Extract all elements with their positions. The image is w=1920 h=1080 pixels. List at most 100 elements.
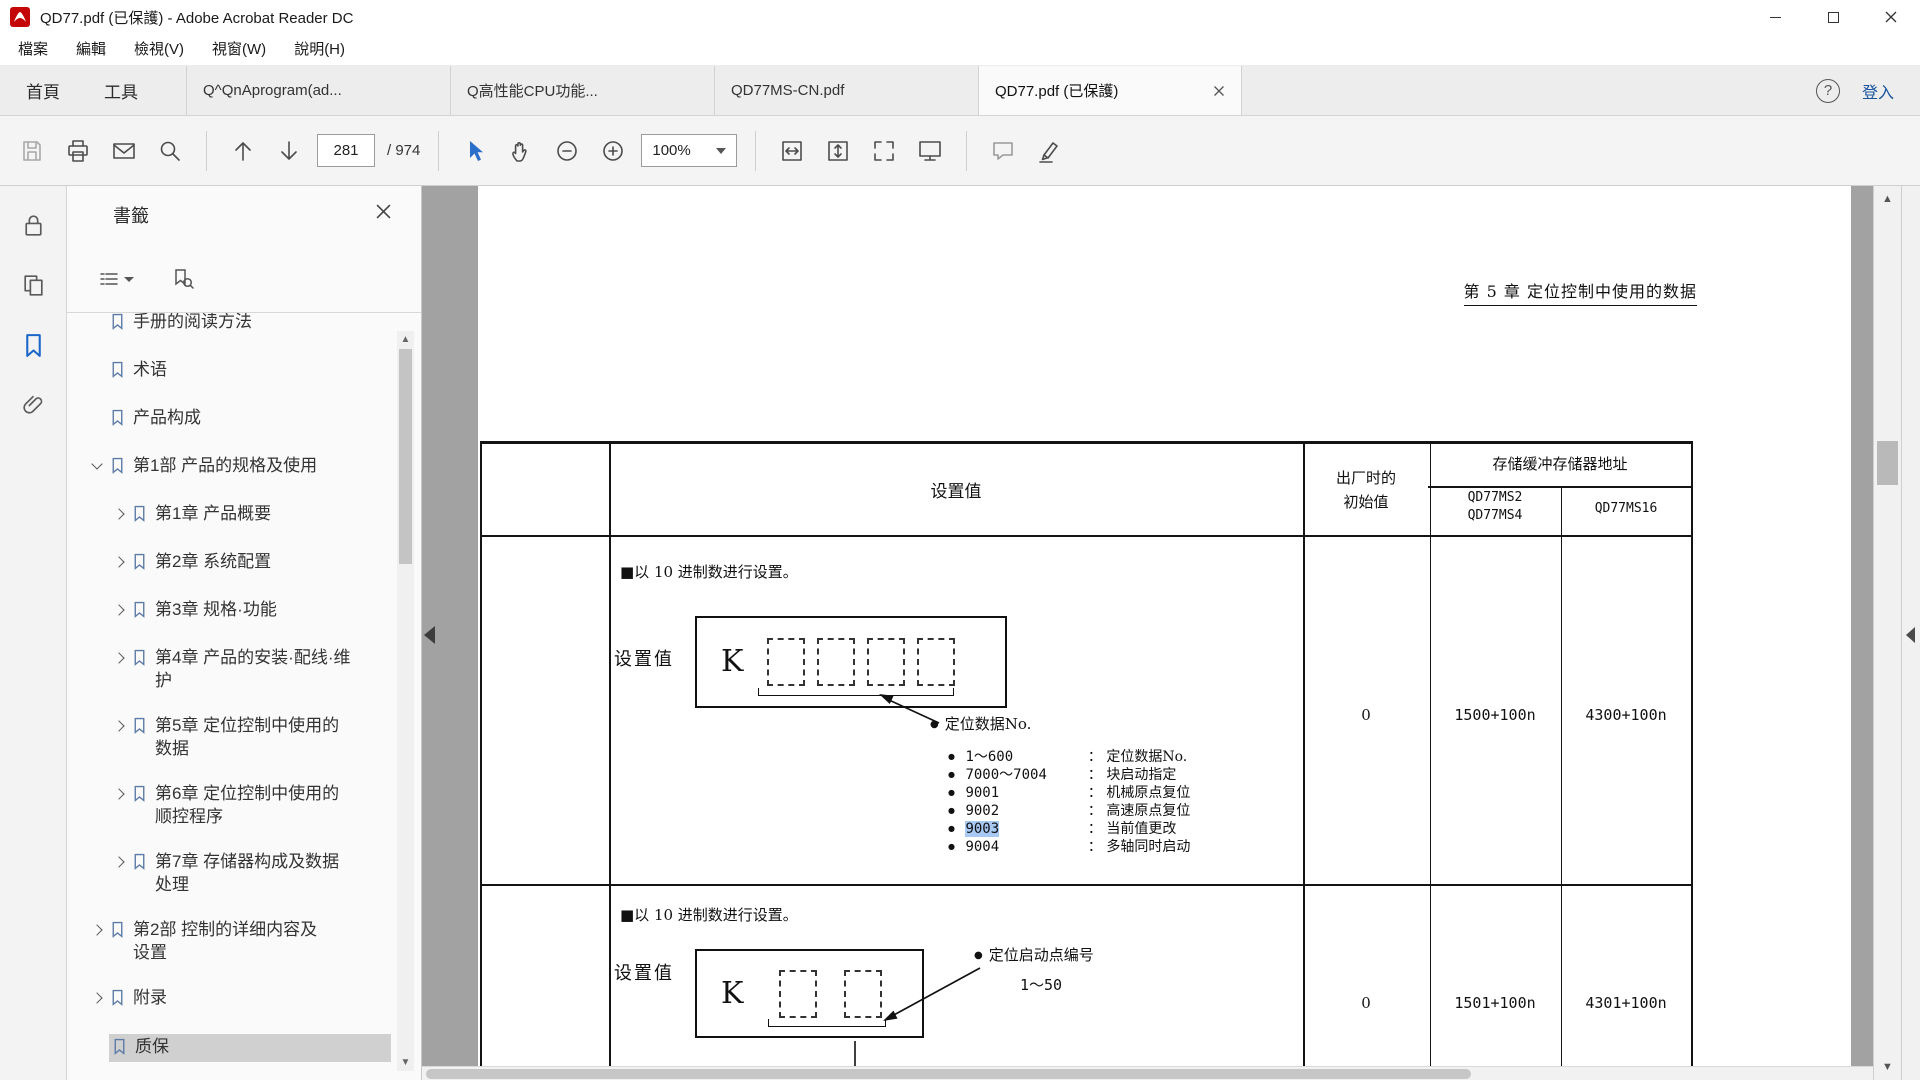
bookmark-item[interactable]: 第3章 规格·功能 bbox=[67, 587, 395, 635]
bookmarks-panel-button[interactable] bbox=[16, 328, 50, 362]
option-desc: ： 高速原点复位 bbox=[1088, 803, 1190, 819]
maximize-button[interactable] bbox=[1804, 0, 1862, 34]
page-thumbnails-button[interactable] bbox=[16, 268, 50, 302]
email-button[interactable] bbox=[106, 133, 142, 169]
zoom-out-button[interactable] bbox=[549, 133, 585, 169]
document-view-area[interactable]: 第 5 章 定位控制中使用的数据 设置值 出厂时的 初 bbox=[422, 186, 1873, 1080]
table-border bbox=[480, 441, 1693, 444]
scroll-up-button[interactable]: ▲ bbox=[397, 331, 414, 348]
previous-page-button[interactable] bbox=[225, 133, 261, 169]
search-button[interactable] bbox=[152, 133, 188, 169]
bookmark-item[interactable]: 第2章 系统配置 bbox=[67, 539, 395, 587]
chevron-right-icon[interactable] bbox=[91, 992, 104, 1005]
scrollbar-thumb[interactable] bbox=[399, 349, 412, 564]
expand-current-bookmark-button[interactable] bbox=[163, 262, 203, 296]
digit-box bbox=[817, 638, 855, 686]
digit-box bbox=[917, 638, 955, 686]
chevron-down-icon[interactable] bbox=[91, 460, 104, 473]
bookmark-item[interactable]: 第7章 存储器构成及数据处理 bbox=[67, 839, 395, 907]
setting-option: 9004 ： 多轴同时启动 bbox=[948, 836, 1190, 854]
next-page-button[interactable] bbox=[271, 133, 307, 169]
page-number-input[interactable] bbox=[317, 134, 375, 167]
chevron-right-icon[interactable] bbox=[113, 508, 126, 521]
security-settings-button[interactable] bbox=[16, 208, 50, 242]
bookmarks-scrollbar[interactable]: ▲ ▼ bbox=[397, 331, 414, 1071]
row2-note: ■以 10 进制数进行设置。 bbox=[620, 904, 798, 925]
bookmark-item[interactable]: 附录 bbox=[67, 975, 395, 1023]
select-tool-button[interactable] bbox=[457, 133, 493, 169]
minimize-button[interactable] bbox=[1746, 0, 1804, 34]
collapse-bookmarks-panel-button[interactable] bbox=[424, 626, 435, 644]
bookmarks-options-button[interactable] bbox=[95, 262, 135, 296]
sign-in-button[interactable]: 登入 bbox=[1862, 79, 1894, 103]
row1-pointer-label: 定位数据No. bbox=[930, 713, 1031, 734]
document-tab-2[interactable]: Q高性能CPU功能... bbox=[450, 66, 714, 115]
bookmark-item[interactable]: 第6章 定位控制中使用的顺控程序 bbox=[67, 771, 395, 839]
bookmark-page-icon bbox=[109, 409, 128, 432]
menu-edit[interactable]: 編輯 bbox=[62, 34, 120, 65]
row2-factory-value: 0 bbox=[1361, 994, 1371, 1012]
attachments-button[interactable] bbox=[16, 388, 50, 422]
menu-view[interactable]: 檢視(V) bbox=[120, 34, 198, 65]
chevron-right-icon[interactable] bbox=[113, 856, 126, 869]
document-tab-active[interactable]: QD77.pdf (已保護) bbox=[978, 66, 1242, 115]
pdf-page: 第 5 章 定位控制中使用的数据 设置值 出厂时的 初 bbox=[478, 186, 1851, 1080]
tabbar: 首頁 工具 Q^QnAprogram(ad... Q高性能CPU功能... QD… bbox=[0, 66, 1920, 116]
fit-one-page-button[interactable] bbox=[820, 133, 856, 169]
bookmark-search-icon bbox=[171, 267, 195, 291]
scrollbar-thumb[interactable] bbox=[1877, 441, 1898, 485]
chevron-right-icon[interactable] bbox=[113, 788, 126, 801]
option-value: 7000～7004 bbox=[965, 764, 1083, 784]
scrollbar-thumb[interactable] bbox=[426, 1069, 1471, 1079]
setting-option: 9001 ： 机械原点复位 bbox=[948, 782, 1190, 800]
bookmark-item[interactable]: 术语 bbox=[67, 347, 395, 395]
print-button[interactable] bbox=[60, 133, 96, 169]
hand-icon bbox=[508, 138, 534, 164]
bookmark-item-selected[interactable]: 质保 bbox=[67, 1023, 395, 1073]
tab-tools[interactable]: 工具 bbox=[100, 78, 142, 103]
document-tab-1[interactable]: Q^QnAprogram(ad... bbox=[186, 66, 450, 115]
fullscreen-button[interactable] bbox=[866, 133, 902, 169]
highlight-button[interactable] bbox=[1031, 133, 1067, 169]
bookmark-item[interactable]: 第2部 控制的详细内容及设置 bbox=[67, 907, 395, 975]
zoom-in-button[interactable] bbox=[595, 133, 631, 169]
vertical-scrollbar[interactable]: ▲ ▼ bbox=[1873, 186, 1901, 1080]
hand-tool-button[interactable] bbox=[503, 133, 539, 169]
close-button[interactable] bbox=[1862, 0, 1920, 34]
chevron-right-icon[interactable] bbox=[113, 652, 126, 665]
bookmark-item[interactable]: 第1章 产品概要 bbox=[67, 491, 395, 539]
zoom-level-dropdown[interactable]: 100% bbox=[641, 134, 737, 167]
arrow-up-icon bbox=[230, 138, 256, 164]
tab-home[interactable]: 首頁 bbox=[22, 78, 64, 103]
chevron-right-icon[interactable] bbox=[113, 720, 126, 733]
bookmarks-close-button[interactable] bbox=[376, 204, 391, 224]
bookmark-item[interactable]: 第5章 定位控制中使用的数据 bbox=[67, 703, 395, 771]
bookmark-item[interactable]: 第1部 产品的规格及使用 bbox=[67, 443, 395, 491]
menu-help[interactable]: 說明(H) bbox=[280, 34, 359, 65]
comment-button[interactable] bbox=[985, 133, 1021, 169]
horizontal-scrollbar[interactable] bbox=[422, 1066, 1873, 1080]
menu-window[interactable]: 視窗(W) bbox=[198, 34, 280, 65]
bookmark-page-icon bbox=[109, 361, 128, 384]
bookmark-item[interactable]: 产品构成 bbox=[67, 395, 395, 443]
tab-close-icon[interactable] bbox=[1213, 85, 1225, 97]
chevron-right-icon[interactable] bbox=[113, 604, 126, 617]
chevron-right-icon[interactable] bbox=[91, 924, 104, 937]
document-tab-3[interactable]: QD77MS-CN.pdf bbox=[714, 66, 978, 115]
chevron-right-icon[interactable] bbox=[113, 556, 126, 569]
presentation-button[interactable] bbox=[912, 133, 948, 169]
pdf-table: 设置值 出厂时的 初始值 存储缓冲存储器地址 QD77MS2 QD77MS4 Q… bbox=[480, 441, 1693, 1080]
fit-width-scrolling-button[interactable] bbox=[774, 133, 810, 169]
menu-file[interactable]: 檔案 bbox=[4, 34, 62, 65]
table-border bbox=[480, 884, 1693, 886]
scroll-down-button[interactable]: ▼ bbox=[397, 1054, 414, 1071]
expand-tools-panel-button[interactable] bbox=[1906, 627, 1915, 643]
bookmark-item[interactable]: 手册的阅读方法 bbox=[67, 313, 395, 347]
scroll-down-button[interactable]: ▼ bbox=[1874, 1054, 1901, 1080]
bookmark-item[interactable]: 第4章 产品的安装·配线·维护 bbox=[67, 635, 395, 703]
digit-box bbox=[779, 970, 817, 1018]
scroll-up-button[interactable]: ▲ bbox=[1874, 186, 1901, 212]
help-icon[interactable]: ? bbox=[1816, 79, 1840, 103]
save-button[interactable] bbox=[14, 133, 50, 169]
bookmark-page-icon bbox=[109, 921, 128, 944]
